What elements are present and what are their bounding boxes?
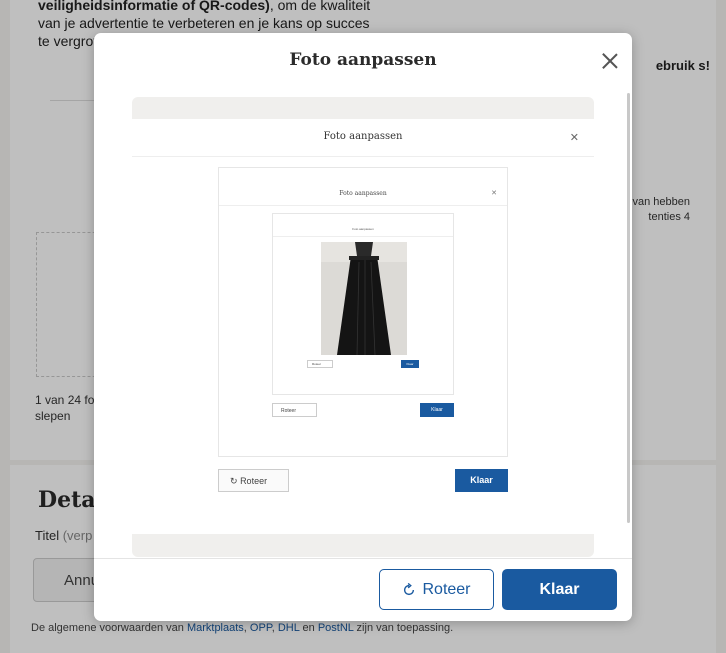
- rotate-button[interactable]: Roteer: [379, 569, 494, 610]
- rotate-icon: ↻: [230, 476, 238, 486]
- rotate-button-label: Roteer: [422, 580, 471, 598]
- preview-image: Foto aanpassen ✕ Foto aanpassen ✕ Foto a…: [132, 119, 594, 534]
- divider: [219, 205, 507, 206]
- preview-nested-modal: Foto aanpassen ✕ Foto aanpassen Roteer K…: [218, 167, 508, 457]
- divider: [273, 236, 453, 237]
- close-icon[interactable]: [600, 51, 620, 71]
- preview-inner-modal: Foto aanpassen Roteer Klaar: [272, 213, 454, 395]
- modal-scrollbar[interactable]: [627, 93, 630, 523]
- preview-nested-klaar: Klaar: [420, 403, 454, 417]
- preview-inner-title: Foto aanpassen: [352, 227, 374, 231]
- footer-divider: [94, 558, 632, 559]
- photo-preview-area: Foto aanpassen ✕ Foto aanpassen ✕ Foto a…: [132, 97, 594, 557]
- preview-roteer: ↻ Roteer: [218, 469, 289, 492]
- rotate-icon: [404, 582, 415, 595]
- edit-photo-modal: Foto aanpassen Foto aanpassen ✕ Foto aan…: [94, 33, 632, 621]
- divider: [132, 156, 594, 157]
- skirt-photo: [321, 242, 407, 355]
- preview-inner-roteer: Roteer: [307, 360, 333, 368]
- preview-title: Foto aanpassen: [323, 131, 403, 142]
- preview-nested-close-icon: ✕: [491, 190, 497, 197]
- done-button-label: Klaar: [539, 580, 580, 598]
- preview-klaar: Klaar: [455, 469, 508, 492]
- done-button[interactable]: Klaar: [502, 569, 617, 610]
- preview-close-icon: ✕: [569, 132, 579, 144]
- preview-nested-roteer: Roteer: [272, 403, 317, 417]
- preview-nested-title: Foto aanpassen: [339, 190, 387, 197]
- preview-inner-klaar: Klaar: [401, 360, 419, 368]
- modal-title: Foto aanpassen: [289, 50, 437, 70]
- skirt-photo-graphic: [321, 242, 407, 355]
